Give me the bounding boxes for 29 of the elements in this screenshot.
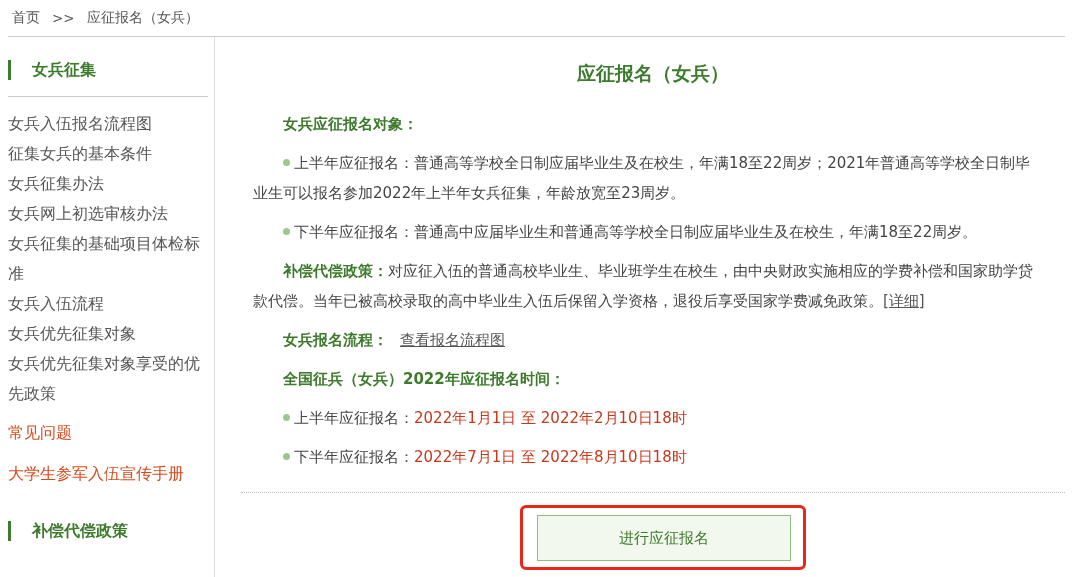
date-label: 上半年应征报名： bbox=[283, 409, 414, 427]
sidebar-item[interactable]: 女兵优先征集对象享受的优先政策 bbox=[8, 349, 204, 409]
sidebar-item[interactable]: 女兵优先征集对象 bbox=[8, 319, 204, 349]
sidebar-item[interactable]: 女兵征集办法 bbox=[8, 169, 204, 199]
date-label: 下半年应征报名： bbox=[283, 448, 414, 466]
sidebar-item[interactable]: 常见问题 bbox=[8, 417, 204, 450]
breadcrumb-separator: >> bbox=[52, 10, 75, 26]
bullet-paragraph: 上半年应征报名：普通高等学校全日制应届毕业生及在校生，年满18至22周岁；2021年普通高等学校全日制毕业生可以报名参加2022年上半年女兵征集，年龄放宽至23周岁。 bbox=[253, 153, 1032, 204]
sidebar-item[interactable]: 女兵征集的基础项目体检标准 bbox=[8, 229, 204, 289]
sidebar-item[interactable]: 女兵网上初选审核办法 bbox=[8, 199, 204, 229]
sidebar-item[interactable]: 女兵入伍报名流程图 bbox=[8, 109, 204, 139]
flowchart-link[interactable]: 查看报名流程图 bbox=[400, 331, 505, 349]
sidebar-item[interactable]: 征集女兵的基本条件 bbox=[8, 139, 204, 169]
section-heading: 女兵应征报名对象： bbox=[282, 114, 419, 135]
detail-link[interactable]: [详细] bbox=[883, 292, 925, 310]
sidebar-heading: 女兵征集 bbox=[8, 60, 208, 80]
date-range: 2022年1月1日 至 2022年2月10日18时 bbox=[414, 409, 687, 427]
section-heading: 全国征兵（女兵）2022年应征报名时间： bbox=[282, 369, 566, 390]
sidebar-heading: 补偿代偿政策 bbox=[8, 521, 208, 541]
date-range: 2022年7月1日 至 2022年8月10日18时 bbox=[414, 448, 687, 466]
policy-paragraph: 补偿代偿政策：对应征入伍的普通高校毕业生、毕业班学生在校生，由中央财政实施相应的学费补偿和国家助学贷款代偿。当年已被高校录取的高中毕业生入伍后保留入学资格，退役后享受国家学费减免政策。[详细] bbox=[253, 261, 1034, 312]
register-button[interactable]: 进行应征报名 bbox=[537, 515, 791, 561]
page-title: 应征报名（女兵） bbox=[576, 61, 730, 86]
sidebar-item[interactable]: 大学生参军入伍宣传手册 bbox=[8, 458, 204, 491]
bullet-paragraph: 下半年应征报名：普通高中应届毕业生和普通高等学校全日制应届毕业生及在校生，年满18至22周岁。 bbox=[253, 217, 1043, 247]
home-link[interactable]: 首页 bbox=[12, 9, 40, 27]
breadcrumb-current: 应征报名（女兵） bbox=[86, 9, 199, 27]
section-label: 女兵报名流程： bbox=[283, 331, 388, 349]
sidebar-item[interactable]: 女兵入伍流程 bbox=[8, 289, 204, 319]
